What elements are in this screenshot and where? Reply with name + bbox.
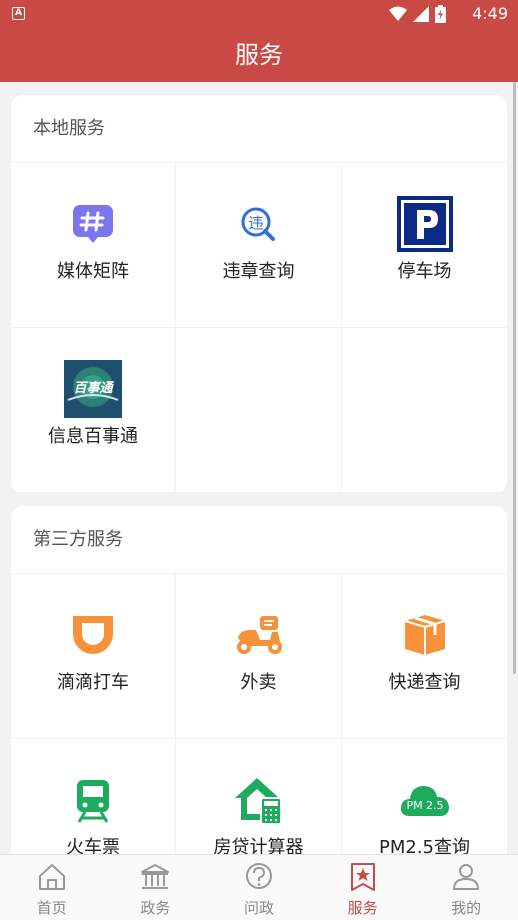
- section-title: 第三方服务: [11, 506, 507, 574]
- service-express[interactable]: 快递查询: [342, 574, 507, 739]
- notification-icon: A: [12, 7, 25, 20]
- service-takeout[interactable]: 外卖: [176, 574, 342, 739]
- clock: 4:49: [472, 4, 508, 23]
- service-label: 停车场: [397, 261, 452, 282]
- service-violation-query[interactable]: 违 违章查询: [176, 163, 342, 328]
- service-label: 快递查询: [388, 672, 461, 693]
- nav-government[interactable]: 政务: [104, 855, 208, 920]
- page-title: 服务: [0, 28, 518, 82]
- government-icon: [141, 864, 170, 889]
- service-media-matrix[interactable]: 媒体矩阵: [11, 163, 176, 328]
- service-train-ticket[interactable]: 火车票: [11, 739, 176, 854]
- service-pm25[interactable]: PM 2.5 PM2.5查询: [342, 739, 507, 854]
- nav-profile[interactable]: 我的: [414, 855, 518, 920]
- third-party-services-card: 第三方服务 滴滴打车 外卖 快递查询 火车票 房贷计算器 PM 2.5 PM2.…: [11, 506, 507, 854]
- empty-cell: [342, 328, 507, 493]
- service-label: 媒体矩阵: [57, 261, 129, 282]
- nav-label: 首页: [36, 899, 67, 917]
- didi-icon: [64, 606, 122, 664]
- scooter-icon: [230, 606, 288, 664]
- nav-label: 政务: [140, 899, 171, 917]
- nav-label: 服务: [347, 899, 378, 917]
- parking-icon: [396, 195, 454, 253]
- icon-text: 百事通: [73, 380, 114, 396]
- bottom-nav: 首页 政务 问政 服务 我的: [0, 854, 518, 920]
- service-star-icon: [350, 863, 375, 891]
- service-mortgage-calculator[interactable]: 房贷计算器: [176, 739, 342, 854]
- home-icon: [38, 864, 65, 890]
- section-title: 本地服务: [11, 95, 507, 163]
- info-baishitong-icon: 百事通: [64, 360, 122, 418]
- train-icon: [64, 771, 122, 829]
- local-services-card: 本地服务 媒体矩阵 违 违章查询 停车场 百事通 信息百事通: [11, 95, 507, 493]
- status-bar: A 4:49: [0, 0, 518, 28]
- status-icons: [389, 5, 446, 23]
- service-label: PM2.5查询: [378, 837, 470, 854]
- service-label: 违章查询: [222, 261, 295, 282]
- svg-text:违: 违: [248, 214, 263, 232]
- wifi-icon: [389, 6, 407, 21]
- question-icon: [245, 863, 272, 889]
- icon-text: PM 2.5: [406, 799, 443, 812]
- nav-home[interactable]: 首页: [0, 855, 104, 920]
- pm25-cloud-icon: PM 2.5: [396, 771, 454, 829]
- service-label: 房贷计算器: [213, 837, 304, 854]
- empty-cell: [176, 328, 342, 493]
- content-area[interactable]: 本地服务 媒体矩阵 违 违章查询 停车场 百事通 信息百事通 第三方服务 滴滴打…: [0, 82, 518, 854]
- nav-label: 我的: [451, 899, 482, 917]
- signal-icon: [413, 6, 429, 22]
- package-icon: [396, 606, 454, 664]
- nav-inquiry[interactable]: 问政: [207, 855, 311, 920]
- service-info-baishitong[interactable]: 百事通 信息百事通: [11, 328, 176, 493]
- service-didi[interactable]: 滴滴打车: [11, 574, 176, 739]
- hashtag-chat-icon: [64, 195, 122, 253]
- nav-label: 问政: [243, 899, 274, 917]
- battery-icon: [435, 5, 446, 23]
- service-parking[interactable]: 停车场: [342, 163, 507, 328]
- scrollbar[interactable]: [513, 82, 516, 674]
- service-label: 信息百事通: [48, 426, 138, 447]
- user-icon: [453, 864, 480, 890]
- service-label: 滴滴打车: [57, 672, 129, 693]
- nav-service[interactable]: 服务: [311, 855, 415, 920]
- house-calculator-icon: [230, 771, 288, 829]
- service-label: 火车票: [66, 837, 120, 854]
- violation-search-icon: 违: [230, 195, 288, 253]
- service-label: 外卖: [240, 672, 277, 693]
